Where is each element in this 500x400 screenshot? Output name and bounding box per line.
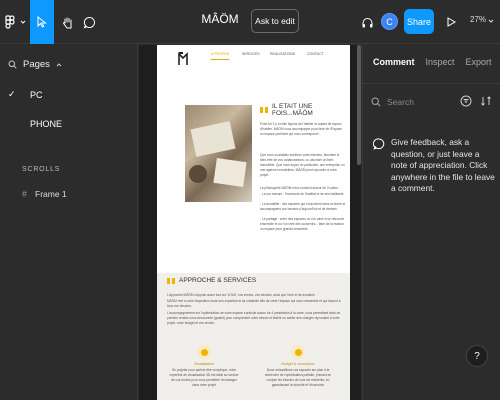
layer-frame-1[interactable]: # Frame 1: [22, 189, 67, 199]
chevron-down-icon: [20, 20, 26, 24]
chevron-up-icon: [56, 62, 62, 66]
visualisation-icon: [197, 345, 211, 359]
paragraph: L'accompagnement sur l'optimisation de v…: [167, 311, 341, 325]
comment-icon: [83, 16, 95, 28]
avatar[interactable]: C: [381, 13, 398, 30]
pages-header-label: Pages: [23, 59, 50, 70]
budget-icon: [291, 345, 305, 359]
frame-preview[interactable]: A PROPOS SERVICES REALISATIONS CONTACT I…: [157, 45, 350, 400]
approche-section: APPROCHE & SERVICES L'approche MÂÖM s'ap…: [157, 273, 350, 400]
paragraph: - La durabilité : des espaces qui s'insc…: [260, 202, 346, 211]
figma-logo-icon: [5, 15, 15, 29]
search-icon: [371, 97, 381, 107]
hand-icon: [62, 17, 71, 28]
site-nav: A PROPOS SERVICES REALISATIONS CONTACT: [157, 52, 350, 66]
hand-tool-button[interactable]: [56, 0, 78, 44]
scrolls-section-label: SCROLLS: [22, 166, 61, 173]
section-title-approche: APPROCHE & SERVICES: [167, 277, 256, 284]
paragraph: - Le partage : créer des espaces où l'on…: [260, 217, 345, 231]
ask-to-edit-button[interactable]: Ask to edit: [251, 9, 299, 33]
left-panel: Pages ✓ PC PHONE SCROLLS # Frame 1: [0, 45, 138, 400]
file-title[interactable]: MÂÖM: [200, 12, 240, 26]
audio-button[interactable]: [358, 0, 376, 44]
section-title-histoire: IL ETAIT UNE FOIS...MÂÖM: [260, 103, 350, 117]
paragraph: L'approche MÂÖM s'appuie avant tout sur …: [167, 293, 316, 297]
comment-search[interactable]: Search: [371, 97, 414, 107]
paragraph: - La sur mesure : l'harmonie de l'habita…: [260, 192, 344, 196]
logo-icon: [178, 52, 188, 65]
nav-link-realisations[interactable]: REALISATIONS: [270, 52, 295, 56]
filter-icon[interactable]: [460, 95, 472, 107]
paragraph: La philosophie MÂÖM s'est construit auto…: [260, 186, 340, 190]
paragraph: Pose-toi 3 y a mille façons de l'habiter…: [260, 122, 343, 136]
service-text: Nous retravaillons vos espaces sur plan …: [264, 368, 332, 387]
tab-export[interactable]: Export: [466, 57, 492, 67]
sort-icon[interactable]: [480, 95, 492, 107]
comment-empty-state: Give feedback, ask a question, or just l…: [373, 137, 497, 195]
zoom-level[interactable]: 27%: [470, 15, 486, 24]
figma-app: MÂÖM Ask to edit C Share 27% Pages ✓ PC …: [0, 0, 500, 400]
search-placeholder: Search: [387, 97, 414, 107]
service-title: Visualisation: [193, 362, 215, 366]
help-button[interactable]: ?: [466, 345, 488, 367]
pages-header[interactable]: Pages: [8, 59, 62, 70]
panel-tabs: Comment Inspect Export: [373, 57, 492, 67]
tab-inspect[interactable]: Inspect: [426, 57, 455, 67]
top-toolbar: MÂÖM Ask to edit C Share 27%: [0, 0, 500, 44]
page-item-label: PHONE: [30, 119, 63, 129]
nav-link-apropos[interactable]: A PROPOS: [211, 52, 229, 56]
comment-icon: [373, 138, 385, 150]
comment-tool-button[interactable]: [78, 0, 100, 44]
present-button[interactable]: [443, 0, 459, 44]
headphones-icon: [362, 17, 372, 27]
tab-comment[interactable]: Comment: [373, 57, 415, 67]
nav-link-services[interactable]: SERVICES: [242, 52, 260, 56]
comment-tools: [460, 95, 492, 107]
share-button[interactable]: Share: [404, 9, 434, 34]
service-title: Budget & conception: [281, 362, 315, 366]
service-text: Se projeter pour parfois être compliqué,…: [169, 368, 239, 387]
page-item-phone[interactable]: PHONE: [8, 119, 62, 129]
canvas-scrollbar[interactable]: [357, 45, 361, 165]
play-icon: [447, 17, 456, 27]
page-item-pc[interactable]: ✓ PC: [8, 89, 43, 100]
chevron-down-icon[interactable]: [488, 18, 494, 24]
search-icon[interactable]: [8, 60, 17, 69]
page-item-label: PC: [30, 89, 43, 100]
frame-icon: #: [22, 189, 28, 199]
accent-bars: [260, 107, 268, 113]
nav-active-underline: [211, 59, 229, 60]
accent-bars: [167, 277, 175, 284]
divider: [363, 83, 500, 84]
checkmark-icon: ✓: [8, 89, 16, 99]
main-menu-button[interactable]: [4, 0, 26, 44]
move-tool-button[interactable]: [30, 0, 54, 44]
nav-link-contact[interactable]: CONTACT: [307, 52, 324, 56]
feedback-text: Give feedback, ask a question, or just l…: [391, 137, 495, 193]
paragraph: Que vous souhaitiez sublimer votre intér…: [260, 153, 345, 177]
layer-label: Frame 1: [35, 189, 67, 199]
cursor-icon: [37, 16, 47, 28]
paragraph: MÂÖM met à votre disposition toute son e…: [167, 299, 341, 308]
desk-photo: [185, 105, 252, 202]
canvas[interactable]: A PROPOS SERVICES REALISATIONS CONTACT I…: [139, 45, 361, 400]
